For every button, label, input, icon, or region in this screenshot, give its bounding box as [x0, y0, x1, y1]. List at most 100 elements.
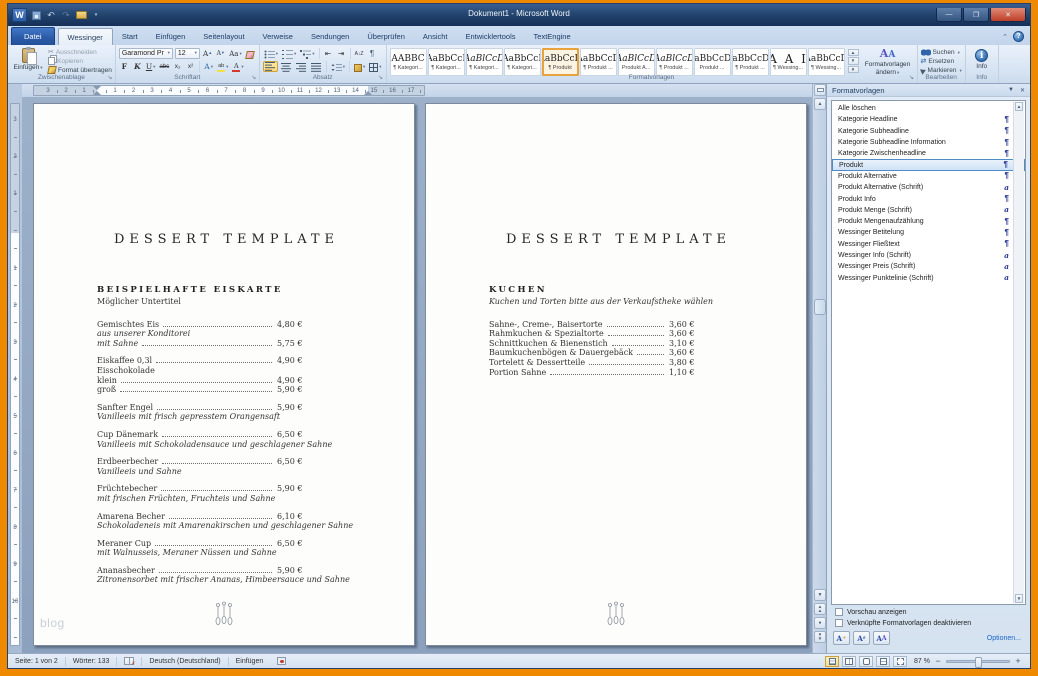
styles-panel-item[interactable]: Wessinger Preis (Schrift) a — [832, 261, 1025, 272]
scroll-down-icon[interactable]: ▼ — [814, 589, 826, 601]
help-icon[interactable]: ? — [1013, 31, 1024, 42]
proofing-status-button[interactable] — [117, 654, 141, 668]
italic-button[interactable]: K — [132, 61, 143, 72]
vertical-scrollbar[interactable]: ▲ ▼ ▲ ▲ ● ▼ ▼ — [812, 84, 826, 653]
shading-button[interactable]: ▾ — [353, 61, 366, 73]
style-gallery-item[interactable]: AaBbCcD¶ Produkt — [541, 48, 579, 76]
styles-scroll-up-icon[interactable]: ▲ — [1015, 102, 1023, 111]
next-page-button[interactable]: ▼ ▼ — [814, 631, 826, 643]
align-left-button[interactable] — [262, 61, 278, 73]
cut-button[interactable]: ✂ Ausschneiden — [48, 48, 112, 57]
style-gallery-item[interactable]: AaBbCcD¶ Wessing... — [807, 48, 845, 76]
linked-styles-checkbox-row[interactable]: Verknüpfte Formatvorlagen deaktivieren — [835, 619, 1030, 627]
open-button[interactable] — [75, 9, 87, 22]
styles-panel-item[interactable]: Kategorie Headline ¶ — [832, 114, 1025, 125]
style-inspector-button[interactable]: A ⌕ — [853, 631, 870, 645]
gallery-scroll-up-icon[interactable]: ▲ — [847, 49, 859, 57]
style-gallery-item[interactable]: AaBbCcD¶ Produkt ... — [579, 48, 617, 76]
task-pane-close-icon[interactable]: ✕ — [1020, 87, 1025, 94]
justify-button[interactable] — [310, 61, 323, 73]
font-color-button[interactable]: A ▾ — [231, 61, 244, 73]
align-right-button[interactable] — [295, 61, 308, 73]
tab-sendungen[interactable]: Sendungen — [302, 28, 358, 45]
zoom-slider-thumb[interactable] — [974, 656, 982, 668]
task-pane-dropdown-icon[interactable]: ▼ — [1008, 87, 1014, 93]
copy-button[interactable]: Kopieren — [48, 57, 112, 65]
gallery-more-icon[interactable]: ▼ — [847, 65, 859, 73]
style-gallery-item[interactable]: AaBlCcD ¶ Kategori... — [465, 48, 503, 76]
underline-button[interactable]: U ▾ — [145, 61, 157, 72]
select-button[interactable]: Markieren ▾ — [919, 66, 962, 75]
manage-styles-button[interactable]: AA — [873, 631, 890, 645]
close-button[interactable]: ✕ — [990, 8, 1026, 22]
bold-button[interactable]: F — [119, 61, 130, 72]
draft-view-button[interactable] — [893, 655, 908, 667]
status-insert-mode[interactable]: Einfügen — [229, 654, 271, 668]
styles-panel-item[interactable]: Wessinger Betitelung ¶ — [832, 227, 1025, 238]
shrink-font-button[interactable]: A ▼ — [215, 48, 226, 59]
clipboard-dialog-launcher[interactable]: ↘ — [106, 74, 114, 82]
sort-button[interactable]: A↓Z — [354, 48, 365, 59]
status-word-count[interactable]: Wörter: 133 — [66, 654, 117, 668]
hanging-indent-marker[interactable] — [93, 91, 101, 95]
tab-einfügen[interactable]: Einfügen — [147, 28, 195, 45]
styles-panel-item[interactable]: Produkt Alternative ¶ — [832, 171, 1025, 182]
tab-datei[interactable]: Datei — [11, 27, 55, 45]
tab-seitenlayout[interactable]: Seitenlayout — [194, 28, 253, 45]
gallery-scroll-down-icon[interactable]: ▼ — [847, 57, 859, 65]
fullscreen-reading-view-button[interactable] — [842, 655, 857, 667]
multilevel-list-button[interactable]: ▾ — [299, 48, 315, 59]
style-gallery-item[interactable]: AaBbCcDcProdukt ... — [693, 48, 731, 76]
style-gallery-item[interactable]: A A I ¶ Wessing... — [769, 48, 807, 76]
paragraph-dialog-launcher[interactable]: ↘ — [377, 74, 385, 82]
minimize-button[interactable]: — — [936, 8, 962, 22]
zoom-out-button[interactable]: − — [933, 656, 943, 666]
styles-panel-item[interactable]: Produkt ¶ — [832, 159, 1025, 171]
styles-panel-item[interactable]: Produkt Menge (Schrift) a — [832, 205, 1025, 216]
info-button[interactable]: i Info — [969, 47, 995, 73]
tab-überprüfen[interactable]: Überprüfen — [358, 28, 414, 45]
borders-button[interactable]: ▾ — [368, 61, 382, 73]
show-paragraph-marks-button[interactable]: ¶ — [367, 48, 378, 59]
status-language[interactable]: Deutsch (Deutschland) — [142, 654, 227, 668]
select-browse-object-button[interactable]: ● — [814, 617, 826, 629]
minimize-ribbon-icon[interactable]: ⌃ — [1002, 33, 1008, 41]
styles-panel-item[interactable]: Produkt Mengenaufzählung ¶ — [832, 216, 1025, 227]
strikethrough-button[interactable]: abc — [158, 61, 170, 72]
style-gallery-item[interactable]: AaBbCcI ¶ Kategori... — [427, 48, 465, 76]
styles-panel-item[interactable]: Wessinger Fließtext ¶ — [832, 239, 1025, 250]
scroll-up-icon[interactable]: ▲ — [814, 98, 826, 110]
ruler-toggle-button[interactable] — [814, 84, 826, 96]
line-spacing-button[interactable]: ▾ — [330, 61, 346, 72]
styles-panel-item[interactable]: Kategorie Subheadline ¶ — [832, 126, 1025, 137]
new-style-button[interactable]: A + — [833, 631, 850, 645]
font-family-select[interactable]: Garamond Pr ▾ — [118, 47, 173, 59]
align-center-button[interactable] — [280, 61, 293, 73]
tab-start[interactable]: Start — [113, 28, 147, 45]
document-page[interactable]: DESSERT TEMPLATE BEISPIELHAFTE EISKARTE Mö… — [33, 103, 415, 646]
highlight-button[interactable]: ab ▾ — [216, 61, 229, 73]
styles-panel-item[interactable]: Wessinger Info (Schrift) a — [832, 250, 1025, 261]
tab-wessinger[interactable]: Wessinger — [57, 28, 113, 45]
grow-font-button[interactable]: A ▲ — [202, 48, 213, 59]
find-button[interactable]: Suchen ▾ — [920, 49, 962, 56]
macro-record-button[interactable] — [270, 654, 293, 668]
text-effects-button[interactable]: A ▾ — [203, 61, 214, 72]
horizontal-ruler[interactable]: 3 2 1 1 2 3 4 5 6 7 8 9 10 11 12 13 14 15 16 17 — [33, 85, 425, 96]
format-painter-button[interactable]: Format übertragen — [47, 66, 112, 74]
previous-page-button[interactable]: ▲ ▲ — [814, 603, 826, 615]
tab-verweise[interactable]: Verweise — [254, 28, 302, 45]
styles-dialog-launcher[interactable]: ↘ — [908, 74, 916, 82]
subscript-button[interactable]: x₂ — [172, 61, 183, 72]
zoom-slider[interactable] — [946, 656, 1010, 668]
zoom-level[interactable]: 87 % — [914, 658, 930, 665]
style-gallery-item[interactable]: AaBbCcDc¶ Produkt ... — [731, 48, 769, 76]
bullets-button[interactable]: ▾ — [263, 48, 279, 59]
styles-panel-item[interactable]: Produkt Alternative (Schrift) a — [832, 182, 1025, 193]
outline-view-button[interactable] — [876, 655, 891, 667]
options-link[interactable]: Optionen... — [987, 635, 1021, 642]
qat-customize-dropdown[interactable]: ▾ — [90, 9, 102, 22]
zoom-in-button[interactable]: + — [1013, 656, 1023, 666]
print-layout-view-button[interactable] — [825, 655, 840, 667]
status-page[interactable]: Seite: 1 von 2 — [8, 654, 65, 668]
